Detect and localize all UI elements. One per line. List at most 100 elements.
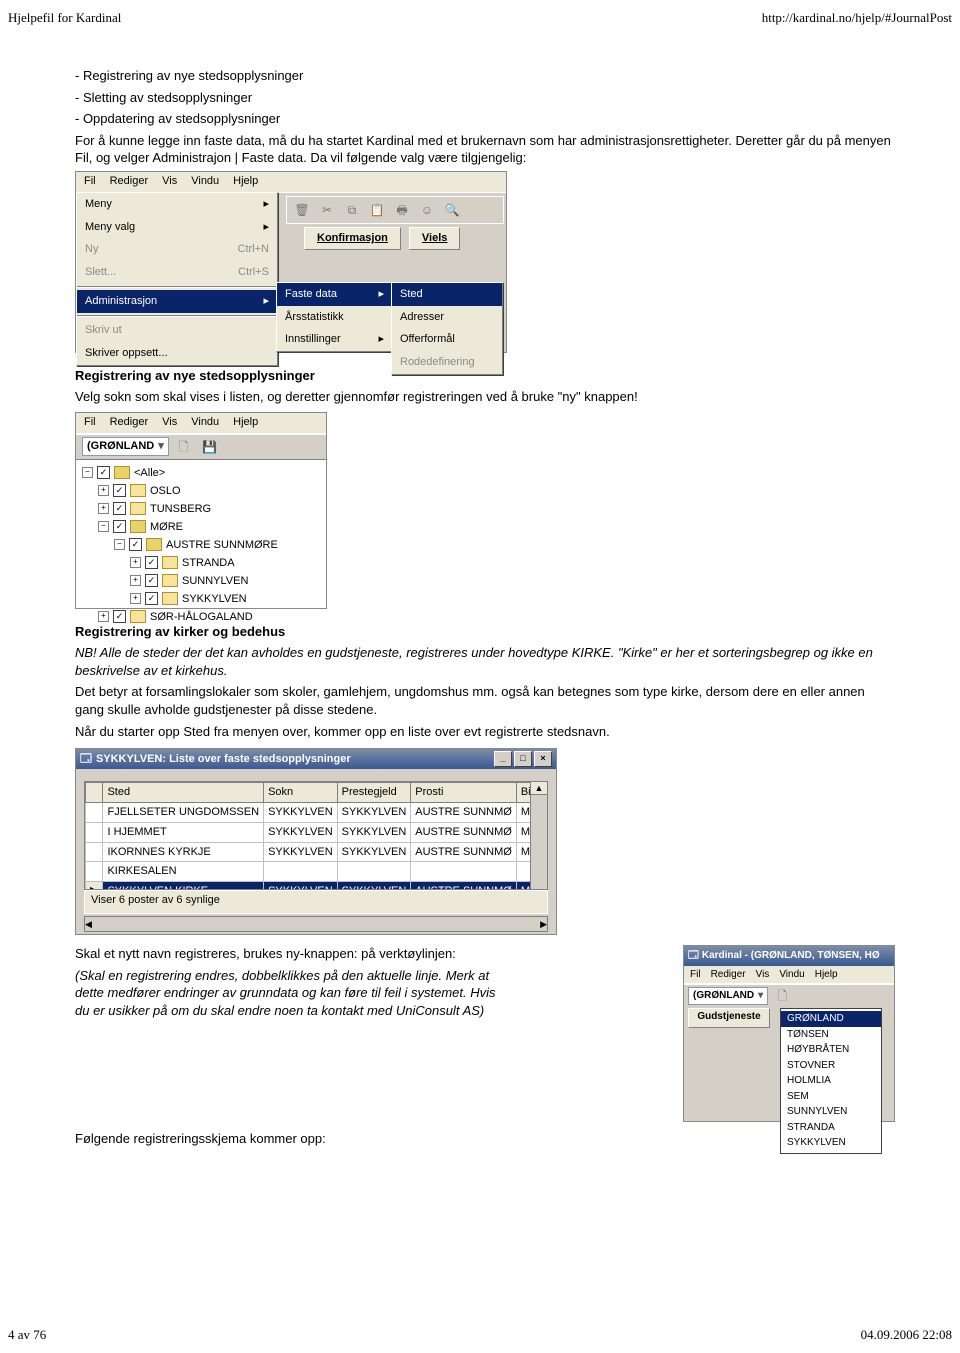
sokn-combo[interactable]: (GRØNLAND [82,437,169,456]
table-row[interactable]: IKORNNES KYRKJESYKKYLVENSYKKYLVENAUSTRE … [86,842,549,862]
fd-offerformal[interactable]: Offerformål [392,328,502,351]
menubar[interactable]: Fil Rediger Vis Vindu Hjelp [76,172,506,193]
fil-administrasjon[interactable]: Administrasjon [77,290,277,313]
sec3-p1: Skal et nytt navn registreres, brukes ny… [75,945,505,963]
fil-skriveroppsett[interactable]: Skriver oppsett... [77,342,277,365]
sec2-p1: Det betyr at forsamlingslokaler som skol… [75,683,895,718]
sokn-dropdown-list[interactable]: GRØNLAND TØNSEN HØYBRÅTEN STOVNER HOLMLI… [780,1008,882,1154]
fil-slett: Slett...Ctrl+S [77,261,277,284]
header-title: Hjelpefil for Kardinal [8,10,121,26]
tab-row: Konfirmasjon Viels [286,226,504,252]
maximize-button[interactable]: □ [514,751,532,767]
win4-titlebar: 🗔Kardinal - (GRØNLAND, TØNSEN, HØ [684,946,894,966]
table-row[interactable]: FJELLSETER UNGDOMSSENSYKKYLVENSYKKYLVENA… [86,802,549,822]
admin-arsstat[interactable]: Årsstatistikk [277,306,392,329]
checkbox[interactable]: ✓ [97,466,110,479]
vscrollbar[interactable] [530,782,547,889]
document-body: - Registrering av nye stedsopplysninger … [75,67,895,1148]
list-item[interactable]: SUNNYLVEN [781,1104,881,1120]
sec3-p2: (Skal en registrering endres, dobbelklik… [75,968,496,1018]
menu-vindu[interactable]: Vindu [191,174,219,189]
list-item[interactable]: GRØNLAND [781,1011,881,1027]
new-doc-icon[interactable]: 🗋 [173,436,195,458]
close-button[interactable]: × [534,751,552,767]
sokn-combo-2[interactable]: (GRØNLAND [688,987,768,1005]
table-row[interactable]: I HJEMMETSYKKYLVENSYKKYLVENAUSTRE SUNNMØ… [86,822,549,842]
header-url: http://kardinal.no/hjelp/#JournalPost [762,10,952,26]
fd-sted[interactable]: Sted [392,283,502,306]
bullet-1: - Registrering av nye stedsopplysninger [75,67,895,85]
window-titlebar: 🗔SYKKYLVEN: Liste over faste stedsopplys… [76,749,556,769]
list-item[interactable]: SYKKYLVEN [781,1135,881,1151]
folder-icon [130,484,146,497]
screenshot-list: 🗔SYKKYLVEN: Liste over faste stedsopplys… [75,748,557,935]
sec1-head: Registrering av nye stedsopplysninger [75,368,315,383]
table-row[interactable]: KIRKESALEN [86,862,549,882]
admin-fastedata[interactable]: Faste data [277,283,392,306]
list-item[interactable]: HØYBRÅTEN [781,1042,881,1058]
copy-icon[interactable]: ⧉ [341,199,363,221]
page-timestamp: 04.09.2006 22:08 [861,1327,952,1343]
folder-open-icon [114,466,130,479]
bullet-3: - Oppdatering av stedsopplysninger [75,110,895,128]
gudstjeneste-button[interactable]: Gudstjeneste [688,1008,770,1028]
menu-vis[interactable]: Vis [162,174,177,189]
paste-icon[interactable]: 📋 [366,199,388,221]
save-icon[interactable]: 💾 [199,436,221,458]
sec1-text: Velg sokn som skal vises i listen, og de… [75,388,895,406]
data-grid[interactable]: Sted Sokn Prestegjeld Prosti Bispe FJELL… [84,781,548,890]
fd-rodedef: Rodedefinering [392,351,502,374]
win4-menubar[interactable]: Fil Rediger Vis Vindu Hjelp [684,966,894,984]
tree-view[interactable]: −✓<Alle> +✓OSLO +✓TUNSBERG −✓MØRE −✓AUST… [76,460,326,630]
list-item[interactable]: STOVNER [781,1058,881,1074]
admin-submenu[interactable]: Faste data Årsstatistikk Innstillinger [276,282,393,353]
hscrollbar[interactable]: ◀▶ [84,916,548,932]
sec2-note: NB! Alle de steder der det kan avholdes … [75,645,873,678]
admin-innstillinger[interactable]: Innstillinger [277,328,392,351]
cut-icon[interactable]: ✂ [316,199,338,221]
tab-konfirmasjon[interactable]: Konfirmasjon [304,227,401,250]
toolbar: 🗑 ✂ ⧉ 📋 🖶 ☺ 🔍 [286,196,504,224]
fil-menyvalg[interactable]: Meny valg [77,216,277,239]
menu-rediger[interactable]: Rediger [110,174,149,189]
fastedata-submenu[interactable]: Sted Adresser Offerformål Rodedefinering [391,282,503,375]
help-icon[interactable]: ☺ [416,199,438,221]
screenshot-dropdown: 🗔Kardinal - (GRØNLAND, TØNSEN, HØ Fil Re… [683,945,895,1122]
fd-adresser[interactable]: Adresser [392,306,502,329]
menu-fil[interactable]: Fil [84,174,96,189]
menu-hjelp[interactable]: Hjelp [233,174,258,189]
col-sted[interactable]: Sted [103,783,264,803]
app-icon: 🗔 [80,752,92,767]
col-prosti[interactable]: Prosti [411,783,517,803]
minimize-button[interactable]: _ [494,751,512,767]
list-item[interactable]: SEM [781,1089,881,1105]
new-doc-icon[interactable]: 🗋 [771,985,793,1007]
status-bar: Viser 6 poster av 6 synlige [84,890,548,914]
list-item[interactable]: TØNSEN [781,1027,881,1043]
fil-skrivut: Skriv ut [77,319,277,342]
search-icon[interactable]: 🔍 [441,199,463,221]
tab-vielse[interactable]: Viels [409,227,461,250]
trash-icon[interactable]: 🗑 [291,199,313,221]
screenshot-tree: Fil Rediger Vis Vindu Hjelp (GRØNLAND 🗋 … [75,412,327,609]
sec2-p2: Når du starter opp Sted fra menyen over,… [75,723,895,741]
collapse-icon[interactable]: − [82,467,93,478]
col-sokn[interactable]: Sokn [264,783,338,803]
sec4-text: Følgende registreringsskjema kommer opp: [75,1130,895,1148]
fil-ny: NyCtrl+N [77,238,277,261]
page-number: 4 av 76 [8,1327,46,1343]
tree-menubar[interactable]: Fil Rediger Vis Vindu Hjelp [76,413,326,434]
table-row-selected[interactable]: ▶SYKKYLVEN KIRKESYKKYLVENSYKKYLVENAUSTRE… [86,882,549,890]
col-prestegjeld[interactable]: Prestegjeld [337,783,411,803]
tree-toolbar: (GRØNLAND 🗋 💾 [76,434,326,460]
bullet-2: - Sletting av stedsopplysninger [75,89,895,107]
screenshot-menu: Fil Rediger Vis Vindu Hjelp 🗑 ✂ ⧉ 📋 🖶 ☺ … [75,171,507,353]
fil-meny[interactable]: Meny [77,193,277,216]
list-item[interactable]: STRANDA [781,1120,881,1136]
print-icon[interactable]: 🖶 [391,199,413,221]
expand-icon[interactable]: + [98,485,109,496]
app-icon: 🗔 [688,949,699,963]
list-item[interactable]: HOLMLIA [781,1073,881,1089]
win4-toolbar: (GRØNLAND 🗋 [684,984,894,1007]
fil-dropdown[interactable]: Meny Meny valg NyCtrl+N Slett...Ctrl+S A… [76,192,278,366]
